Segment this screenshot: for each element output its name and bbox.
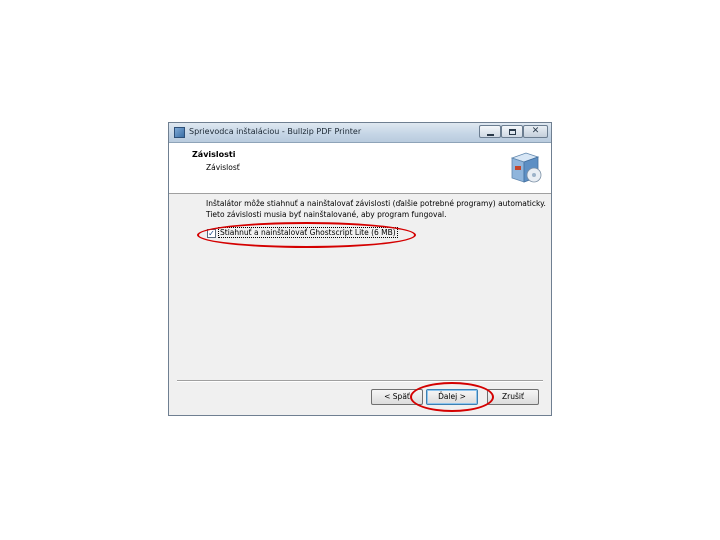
page-title: Závislosti	[192, 150, 236, 159]
app-icon	[174, 127, 185, 138]
maximize-icon	[509, 129, 516, 135]
window-title: Sprievodca inštaláciou - Bullzip PDF Pri…	[189, 127, 362, 136]
installer-window: Sprievodca inštaláciou - Bullzip PDF Pri…	[168, 122, 552, 416]
minimize-icon	[487, 134, 494, 136]
footer-divider	[177, 380, 543, 382]
title-bar[interactable]: Sprievodca inštaláciou - Bullzip PDF Pri…	[169, 123, 551, 143]
close-icon: ✕	[531, 126, 540, 136]
highlight-ring-next-button	[410, 382, 494, 412]
highlight-ring-checkbox	[197, 222, 416, 248]
cancel-button[interactable]: Zrušiť	[487, 389, 539, 405]
maximize-button[interactable]	[501, 125, 523, 138]
wizard-header: Závislosti Závislosť	[169, 143, 551, 194]
setup-box-icon	[510, 152, 542, 183]
wizard-body: Inštalátor môže stiahnuť a nainštalovať …	[169, 194, 551, 380]
page-subtitle: Závislosť	[206, 163, 240, 172]
description-line: Inštalátor môže stiahnuť a nainštalovať …	[206, 199, 546, 208]
minimize-button[interactable]	[479, 125, 501, 138]
description-line: Tieto závislosti musia byť nainštalované…	[206, 210, 447, 219]
close-button[interactable]: ✕	[523, 125, 548, 138]
description: Inštalátor môže stiahnuť a nainštalovať …	[206, 198, 546, 220]
